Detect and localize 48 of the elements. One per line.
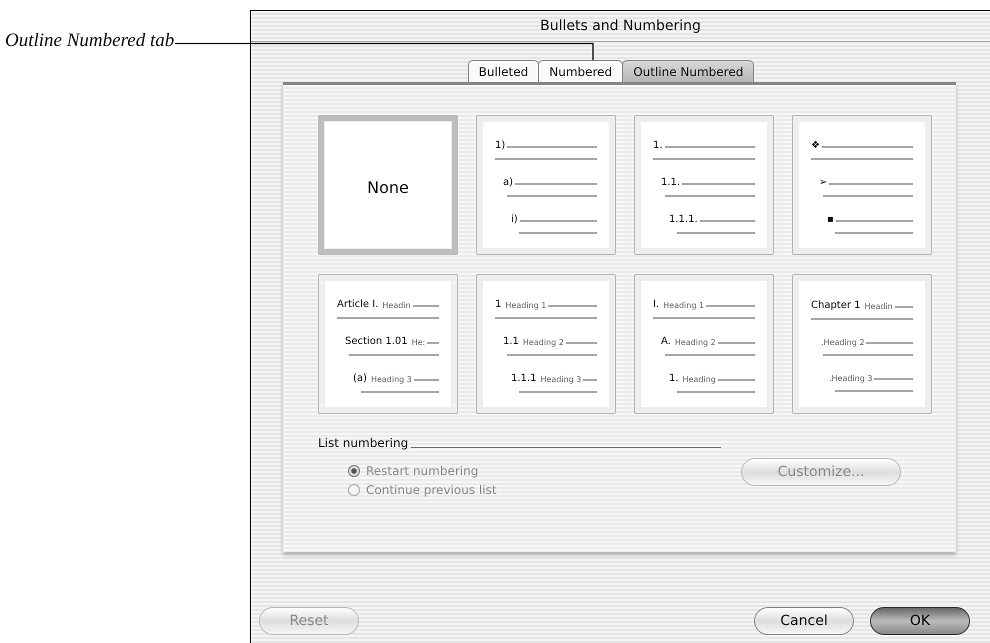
outline-marker: Section 1.01 — [345, 336, 408, 347]
numbering-style-tile[interactable]: ❖ ➢ ▪ — [792, 115, 932, 255]
heading-sample: Heading 1 — [663, 301, 704, 310]
heading-sample: Heading 1 — [505, 301, 546, 310]
numbering-style-tile[interactable]: I. Heading 1 A. Heading 2 1. Heading — [634, 274, 774, 414]
outline-marker: 1.1 — [503, 336, 519, 347]
heading-sample: Heading 2 — [522, 338, 564, 347]
numbering-style-tile[interactable]: Chapter 1 Headin .Heading 2 .Heading 3 — [792, 274, 932, 414]
numbering-style-tile[interactable]: None — [318, 115, 458, 255]
numbering-style-tile[interactable]: Article I. Headin Section 1.01 He: (a) Heading 3 — [318, 274, 458, 414]
outline-marker: Article I. — [337, 299, 378, 310]
heading-sample: Headin — [382, 301, 411, 310]
window-title: Bullets and Numbering — [540, 18, 701, 34]
heading-sample: Heading — [682, 374, 716, 384]
outline-marker: 1) — [495, 140, 506, 152]
outline-marker: ▪ — [827, 214, 834, 225]
outline-marker: a) — [503, 176, 514, 188]
outline-marker: 1 — [495, 299, 502, 310]
numbering-style-tile[interactable]: 1 Heading 1 1.1 Heading 2 1.1.1 Heading 3 — [476, 274, 616, 414]
tab[interactable]: Outline Numbered — [622, 60, 754, 82]
heading-sample: Heading 2 — [674, 338, 716, 347]
heading-sample: Heading 3 — [370, 374, 412, 384]
numbering-style-tile[interactable]: 1. 1.1. 1.1.1. — [634, 115, 774, 255]
outline-marker: (a) — [353, 372, 367, 384]
dialog-button[interactable]: OK — [870, 607, 970, 635]
tile-label: None — [367, 178, 409, 196]
tab[interactable]: Bulleted — [468, 60, 540, 82]
numbering-style-tile[interactable]: 1) a) i) — [476, 115, 616, 255]
callout-label: Outline Numbered tab — [5, 30, 174, 52]
outline-marker: 1.1.1 — [511, 372, 536, 384]
outline-marker: ➢ — [819, 176, 828, 188]
outline-marker: A. — [661, 336, 671, 347]
outline-marker: 1. — [669, 372, 679, 384]
section-label: List numbering — [318, 436, 408, 450]
outline-marker: i) — [511, 214, 518, 225]
outline-marker: I. — [653, 299, 660, 310]
outline-marker: 1. — [653, 140, 663, 152]
outline-marker: 1.1. — [661, 176, 680, 188]
outline-marker: 1.1.1. — [669, 214, 698, 225]
dialog-button[interactable]: Cancel — [754, 607, 854, 635]
heading-sample: .Heading 2 — [821, 338, 864, 347]
tab[interactable]: Numbered — [538, 60, 624, 82]
outline-marker: ❖ — [811, 140, 820, 152]
heading-sample: Heading 3 — [540, 374, 582, 384]
outline-marker: Chapter 1 — [811, 300, 861, 311]
heading-sample: .Heading 3 — [829, 374, 872, 383]
heading-sample: He: — [412, 338, 426, 347]
heading-sample: Headin — [864, 302, 893, 311]
